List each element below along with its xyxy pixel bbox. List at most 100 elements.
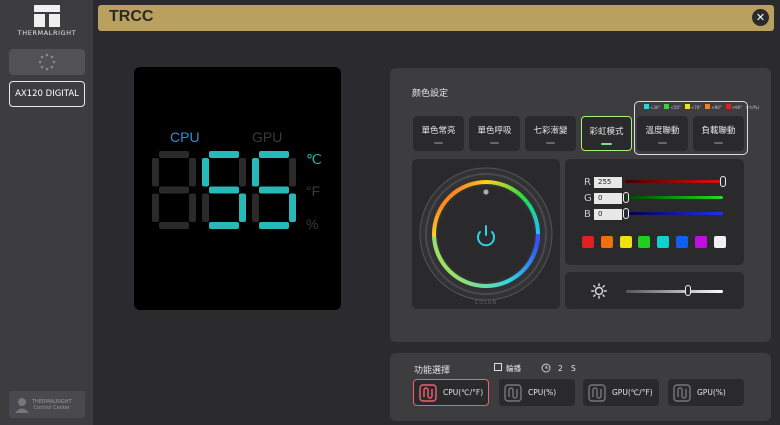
legend-swatch (725, 104, 731, 109)
legend-item: (℃/%) (746, 105, 759, 110)
r-slider-track[interactable] (625, 180, 723, 183)
function-button-1[interactable]: CPU(%) (499, 379, 575, 406)
segment (152, 193, 159, 222)
legend-swatch (705, 104, 711, 109)
segment (202, 193, 209, 222)
brightness-slider-track[interactable] (626, 290, 723, 293)
interval-unit: S (571, 364, 576, 373)
color-wheel[interactable]: COLOR (412, 159, 560, 309)
unit-fahrenheit: °F (306, 183, 321, 199)
segment (259, 222, 289, 229)
function-icon (504, 383, 522, 402)
color-swatch[interactable] (582, 236, 594, 248)
carousel-checkbox[interactable] (494, 363, 502, 371)
function-button-2[interactable]: GPU(℃/°F) (583, 379, 659, 406)
control-center-button[interactable]: THERMALRIGHT Control Center (9, 391, 85, 418)
legend-item: <70° (684, 104, 702, 110)
mode-button-1[interactable]: 單色呼吸 (469, 116, 520, 151)
segment (159, 222, 189, 229)
segment (209, 151, 239, 158)
color-wheel-box: COLOR (412, 159, 560, 309)
mode-indicator-bar (434, 142, 443, 144)
r-value-input[interactable]: 255 (594, 176, 622, 188)
segment (159, 151, 189, 158)
clock-icon (541, 363, 551, 373)
mode-button-label: 溫度聯動 (645, 126, 680, 136)
segment (189, 158, 196, 187)
g-slider-track[interactable] (625, 196, 723, 199)
mode-button-label: 單色呼吸 (477, 126, 512, 136)
temperature-legend: <30° <50° <70° <90° >90° (℃/%) (644, 104, 759, 110)
function-button-label: CPU(℃/°F) (443, 388, 484, 397)
mode-button-3[interactable]: 彩虹模式 (581, 116, 632, 151)
title-bar: TRCC ✕ (98, 5, 774, 31)
legend-item: <90° (705, 104, 722, 110)
color-swatch[interactable] (657, 236, 670, 248)
function-button-0[interactable]: CPU(℃/°F) (413, 379, 489, 406)
mode-indicator-bar (658, 142, 667, 144)
function-button-3[interactable]: GPU(%) (668, 379, 744, 406)
function-icon (419, 383, 437, 402)
mode-button-0[interactable]: 單色常亮 (413, 116, 464, 151)
interval-value-input[interactable]: 2 (558, 364, 563, 373)
mode-button-2[interactable]: 七彩漸變 (525, 116, 576, 151)
wheel-label: COLOR (475, 300, 497, 306)
segment (202, 158, 209, 187)
preview-label-cpu: CPU (170, 129, 200, 145)
segment (259, 186, 289, 194)
function-button-label: GPU(%) (697, 388, 726, 397)
wheel-handle[interactable] (483, 189, 489, 195)
legend-label: (℃/%) (746, 104, 760, 110)
mode-button-4[interactable]: 溫度聯動 (637, 116, 688, 151)
color-swatch[interactable] (600, 236, 613, 248)
close-icon: ✕ (755, 11, 766, 24)
legend-item: <50° (664, 104, 681, 110)
brightness-slider-handle[interactable] (685, 285, 692, 296)
lcd-preview: CPU GPU ℃ °F % (134, 67, 341, 310)
legend-swatch (644, 104, 649, 109)
segment (259, 151, 289, 158)
logo-icon (34, 5, 60, 27)
b-slider-handle[interactable] (623, 208, 629, 219)
user-icon (15, 397, 29, 413)
sidebar: THERMALRIGHT AX120 DIGITAL THERMALRIGHT … (0, 0, 93, 425)
legend-label: <70° (690, 105, 702, 110)
b-slider-track[interactable] (625, 212, 723, 215)
g-value-input[interactable]: 0 (594, 192, 622, 204)
color-swatch[interactable] (638, 236, 651, 248)
device-button-ax120-digital[interactable]: AX120 DIGITAL (9, 81, 85, 107)
legend-swatch (664, 104, 670, 109)
b-value-input[interactable]: 0 (594, 208, 622, 220)
color-swatch[interactable] (694, 236, 707, 248)
mode-button-label: 七彩漸變 (533, 126, 568, 136)
function-icon (673, 383, 691, 402)
device-scan-button[interactable] (9, 49, 85, 75)
segment (289, 193, 296, 222)
segment (252, 193, 259, 222)
carousel-label: 輪播 (506, 364, 521, 373)
color-settings-title: 颜色設定 (412, 89, 449, 99)
rgb-row-r: R 255 (584, 176, 622, 188)
legend-label: <50° (670, 105, 681, 110)
color-swatch[interactable] (619, 236, 632, 248)
segment (239, 193, 246, 222)
app-title: TRCC (109, 8, 154, 25)
mode-button-label: 負載聯動 (701, 126, 736, 136)
unit-celsius: ℃ (306, 151, 322, 167)
r-label: R (584, 176, 591, 188)
footer-brand: THERMALRIGHT (32, 398, 72, 405)
legend-label: <90° (711, 105, 722, 110)
b-label: B (584, 208, 591, 220)
color-swatch[interactable] (713, 236, 726, 248)
legend-swatch (684, 104, 690, 109)
close-button[interactable]: ✕ (752, 9, 769, 26)
mode-button-5[interactable]: 負載聯動 (693, 116, 744, 151)
r-slider-handle[interactable] (720, 176, 726, 187)
brightness-icon (591, 283, 607, 299)
mode-indicator-bar (714, 142, 723, 144)
color-swatch[interactable] (676, 236, 688, 248)
segment (252, 158, 259, 187)
legend-label: >90° (731, 105, 743, 110)
segment (209, 186, 239, 194)
g-slider-handle[interactable] (623, 192, 629, 203)
